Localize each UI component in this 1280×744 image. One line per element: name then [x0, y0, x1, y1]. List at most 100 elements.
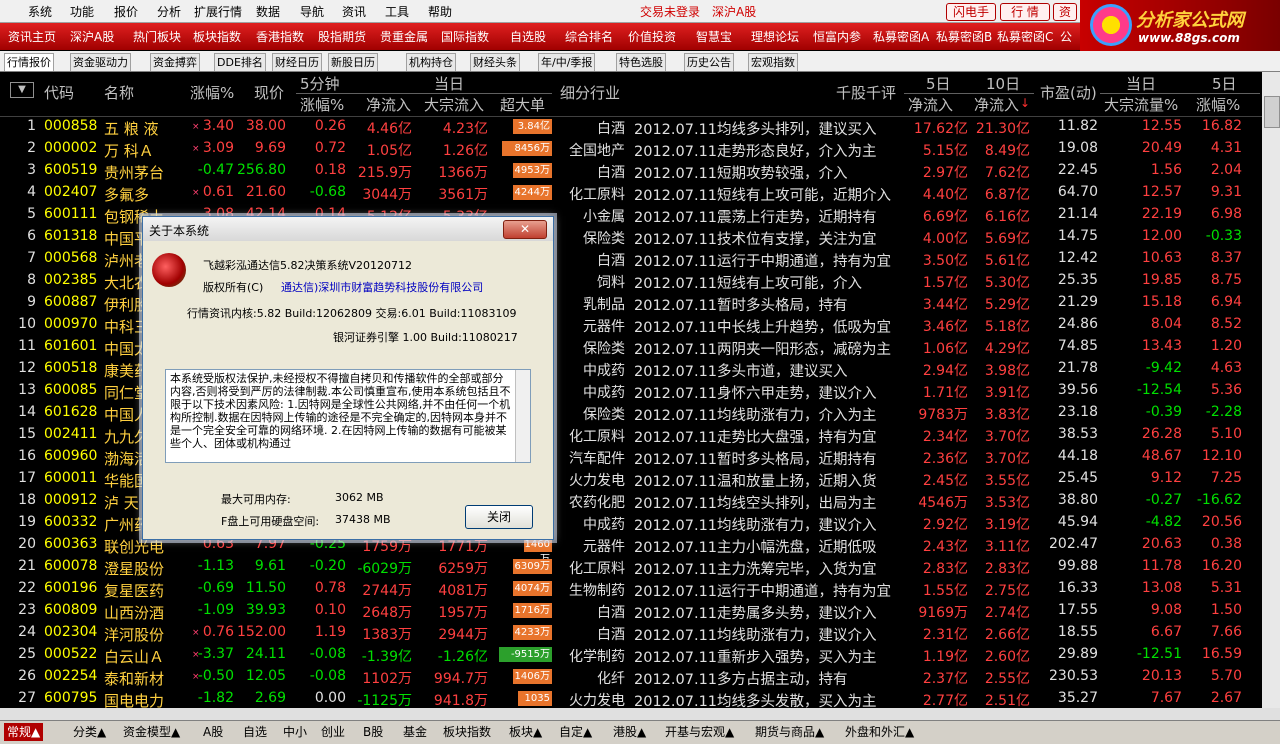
nav-item[interactable]: 综合排名 [565, 28, 613, 45]
bottom-tab[interactable]: A股 [200, 723, 226, 741]
sub-tab[interactable]: 财经日历 [272, 53, 322, 71]
menu-item[interactable]: 导航 [300, 3, 324, 20]
stock-code[interactable]: 002407 [44, 184, 97, 200]
menu-item[interactable]: 帮助 [428, 3, 452, 20]
nav-item[interactable]: 股指期货 [318, 28, 366, 45]
header-5d-net[interactable]: 净流入 [908, 94, 953, 115]
header-5d-chg[interactable]: 涨幅% [1196, 94, 1240, 115]
stock-code[interactable]: 600085 [44, 382, 97, 398]
nav-item[interactable]: 香港指数 [256, 28, 304, 45]
sub-tab[interactable]: 行情报价 [4, 53, 54, 71]
nav-item[interactable]: 公 [1060, 28, 1072, 45]
header-block-pct[interactable]: 大宗流量% [1104, 94, 1178, 115]
stock-code[interactable]: 000912 [44, 492, 97, 508]
stock-code[interactable]: 000522 [44, 646, 97, 662]
bottom-tab[interactable]: 外盘和外汇▲ [842, 723, 917, 741]
scroll-thumb[interactable] [1264, 96, 1280, 128]
stock-code[interactable]: 600196 [44, 580, 97, 596]
stock-code[interactable]: 601318 [44, 228, 97, 244]
table-row[interactable]: 2 000002 万 科Ａ × 3.09 9.69 0.72 1.05亿 1.26亿 8456万全… [0, 138, 1262, 160]
table-row[interactable]: 4 002407 多氟多 × 0.61 21.60 -0.68 3044万 3561万 4244万… [0, 182, 1262, 204]
nav-item[interactable]: 私募密函B [936, 28, 992, 45]
table-row[interactable]: 23 600809 山西汾酒 -1.09 39.93 0.10 2648万 1957万 1716… [0, 600, 1262, 622]
stock-code[interactable]: 000970 [44, 316, 97, 332]
stock-code[interactable]: 600078 [44, 558, 97, 574]
menu-item[interactable]: 扩展行情 [194, 3, 242, 20]
sub-tab[interactable]: DDE排名 [214, 53, 266, 71]
sub-tab[interactable]: 新股日历 [328, 53, 378, 71]
sub-tab[interactable]: 宏观指数 [748, 53, 798, 71]
header-comment[interactable]: 千股千评 [836, 82, 896, 103]
stock-name[interactable]: 贵州茅台 [104, 162, 164, 183]
sub-tab[interactable]: 特色选股 [616, 53, 666, 71]
nav-item[interactable]: 私募密函C [997, 28, 1053, 45]
nav-item[interactable]: 深沪A股 [70, 28, 114, 45]
stock-code[interactable]: 601601 [44, 338, 97, 354]
sub-tab[interactable]: 机构持仓 [406, 53, 456, 71]
close-button[interactable]: 关闭 [465, 505, 533, 529]
header-super[interactable]: 超大单 [500, 94, 545, 115]
bottom-tab[interactable]: 期货与商品▲ [752, 723, 827, 741]
table-row[interactable]: 25 000522 白云山Ａ × -3.37 24.11 -0.08 -1.39亿 -1.26亿… [0, 644, 1262, 666]
stock-code[interactable]: 600111 [44, 206, 97, 222]
menu-item[interactable]: 资讯 [342, 3, 366, 20]
sub-tab[interactable]: 资金驱动力 [70, 53, 131, 71]
bottom-tab[interactable]: 基金 [400, 723, 430, 741]
table-row[interactable]: 1 000858 五 粮 液 × 3.40 38.00 0.26 4.46亿 4.23亿 3.84… [0, 116, 1262, 138]
sub-tab[interactable]: 资金搏弈 [150, 53, 200, 71]
header-industry[interactable]: 细分行业 [560, 82, 620, 103]
bottom-tab[interactable]: 开基与宏观▲ [662, 723, 737, 741]
bottom-tab[interactable]: 常规▲ [4, 723, 44, 741]
header-pe[interactable]: 市盈(动) [1040, 82, 1097, 103]
sub-tab[interactable]: 年/中/季报 [538, 53, 596, 71]
dialog-titlebar[interactable]: 关于本系统 ✕ [143, 217, 553, 241]
nav-item[interactable]: 贵重金属 [380, 28, 428, 45]
header-10d-net[interactable]: 净流入 [974, 94, 1019, 115]
nav-item[interactable]: 智慧宝 [696, 28, 732, 45]
bottom-tab[interactable]: 中小 [280, 723, 310, 741]
nav-item[interactable]: 价值投资 [628, 28, 676, 45]
stock-name[interactable]: 白云山Ａ [104, 646, 164, 667]
stock-code[interactable]: 002385 [44, 272, 97, 288]
menu-item[interactable]: 分析 [157, 3, 181, 20]
table-row[interactable]: 24 002304 洋河股份 × 0.76 152.00 1.19 1383万 2944万 423… [0, 622, 1262, 644]
bottom-tab[interactable]: 港股▲ [610, 723, 649, 741]
stock-code[interactable]: 600519 [44, 162, 97, 178]
stock-code[interactable]: 000568 [44, 250, 97, 266]
table-row[interactable]: 21 600078 澄星股份 -1.13 9.61 -0.20 -6029万 6259万 630… [0, 556, 1262, 578]
menu-item[interactable]: 工具 [385, 3, 409, 20]
header-price[interactable]: 现价 [254, 82, 284, 103]
flash-button[interactable]: 闪电手 [946, 3, 996, 21]
nav-item[interactable]: 私募密函A [873, 28, 929, 45]
stock-code[interactable]: 600809 [44, 602, 97, 618]
bottom-tab[interactable]: 板块指数 [440, 723, 494, 741]
stock-code[interactable]: 002304 [44, 624, 97, 640]
stock-code[interactable]: 600795 [44, 690, 97, 706]
stock-code[interactable]: 600011 [44, 470, 97, 486]
horizontal-scrollbar[interactable] [0, 708, 1280, 720]
nav-item[interactable]: 热门板块 [133, 28, 181, 45]
nav-item[interactable]: 板块指数 [193, 28, 241, 45]
menu-item[interactable]: 报价 [114, 3, 138, 20]
bottom-tab[interactable]: B股 [360, 723, 386, 741]
stock-name[interactable]: 多氟多 [104, 184, 149, 205]
close-icon[interactable]: ✕ [503, 220, 547, 239]
stock-name[interactable]: 复星医药 [104, 580, 164, 601]
stock-code[interactable]: 002411 [44, 426, 97, 442]
menu-item[interactable]: 功能 [70, 3, 94, 20]
menu-item[interactable]: 系统 [28, 3, 52, 20]
bottom-tab[interactable]: 创业 [318, 723, 348, 741]
header-chg[interactable]: 涨幅% [190, 82, 234, 103]
sub-tab[interactable]: 历史公告 [684, 53, 734, 71]
stock-code[interactable]: 600960 [44, 448, 97, 464]
menu-item[interactable]: 数据 [256, 3, 280, 20]
stock-name[interactable]: 泰和新材 [104, 668, 164, 689]
header-5min-chg[interactable]: 涨幅% [300, 94, 344, 115]
vertical-scrollbar[interactable] [1262, 72, 1280, 708]
nav-item[interactable]: 自选股 [510, 28, 546, 45]
table-row[interactable]: 27 600795 国电电力 -1.82 2.69 0.00 -1125万 941.8万 103… [0, 688, 1262, 719]
stock-code[interactable]: 600363 [44, 536, 97, 552]
header-code[interactable]: 代码 [44, 82, 74, 103]
stock-code[interactable]: 000858 [44, 118, 97, 134]
stock-code[interactable]: 600332 [44, 514, 97, 530]
